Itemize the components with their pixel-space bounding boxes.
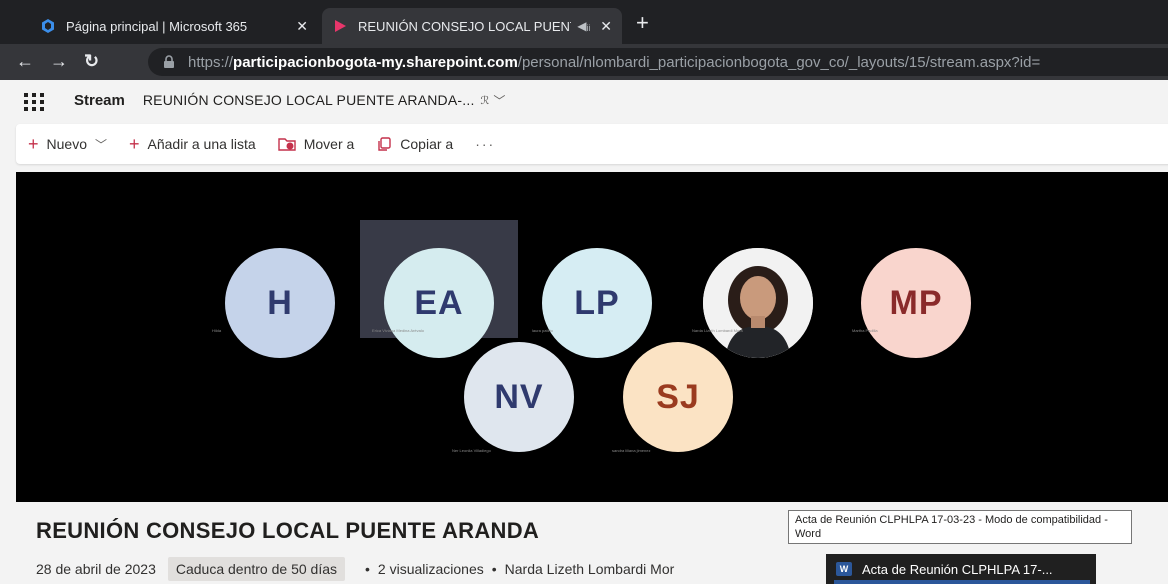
participant-avatar-h: H (225, 248, 335, 358)
tab-label: Página principal | Microsoft 365 (66, 18, 248, 34)
audio-playing-icon[interactable]: ◀ᵢᵢ (577, 19, 590, 33)
tab-label: REUNIÓN CONSEJO LOCAL PUENTE ARANDA (358, 18, 571, 34)
add-to-list-label: Añadir a una lista (147, 136, 256, 152)
shared-icon: ℛ (480, 94, 490, 107)
app-name[interactable]: Stream (74, 92, 125, 109)
participant-avatar-nv: NV (464, 342, 574, 452)
close-icon[interactable]: ✕ (296, 18, 308, 35)
move-folder-icon (278, 138, 296, 151)
expiry-badge[interactable]: Caduca dentro de 50 días (167, 557, 345, 581)
tab-stream-video[interactable]: REUNIÓN CONSEJO LOCAL PUENTE ARANDA ◀ᵢᵢ … (322, 8, 622, 44)
forward-icon[interactable]: → (50, 51, 68, 72)
participant-name: Erica Viviana Medina Arévalo (372, 328, 424, 333)
chevron-down-icon: ﹀ (94, 137, 107, 152)
copy-to-label: Copiar a (400, 136, 454, 152)
participant-name: Narda Lizeth Lombardi Mora (692, 328, 743, 333)
taskbar-preview-label: Acta de Reunión CLPHLPA 17-... (862, 561, 1053, 577)
url-path: /personal/nlombardi_participacionbogota_… (517, 53, 1041, 71)
url-field[interactable]: https://participacionbogota-my.sharepoin… (148, 48, 1168, 76)
move-to-button[interactable]: Mover a (278, 136, 355, 152)
close-icon[interactable]: ✕ (600, 18, 612, 35)
more-options-button[interactable]: ··· (475, 136, 495, 152)
participant-name: Martha Padilla (852, 328, 878, 333)
document-title[interactable]: REUNIÓN CONSEJO LOCAL PUENTE ARANDA-... (143, 92, 475, 108)
participant-avatar-lp: LP (542, 248, 652, 358)
new-button[interactable]: + Nuevo ﹀ (28, 135, 107, 153)
lock-icon (164, 55, 174, 68)
address-bar: ← → ↻ https://participacionbogota-my.sha… (0, 44, 1168, 80)
app-launcher-icon[interactable] (24, 93, 44, 111)
avatar-initials: LP (574, 283, 620, 322)
move-to-label: Mover a (303, 136, 355, 152)
plus-icon: + (129, 134, 140, 154)
new-tab-button[interactable]: + (636, 10, 649, 36)
participant-name: laura patiño (532, 328, 553, 333)
back-icon[interactable]: ← (16, 51, 34, 72)
more-icon: ··· (475, 136, 496, 152)
tab-microsoft-365[interactable]: Página principal | Microsoft 365 ✕ (30, 8, 318, 44)
video-meta-row: 28 de abril de 2023 Caduca dentro de 50 … (36, 556, 674, 582)
separator-dot: • (491, 561, 497, 577)
avatar-initials: EA (414, 283, 464, 322)
avatar-initials: NV (494, 377, 544, 416)
taskbar-preview-word[interactable]: W Acta de Reunión CLPHLPA 17-... (826, 554, 1096, 584)
word-icon: W (836, 562, 852, 576)
add-to-list-button[interactable]: + Añadir a una lista (129, 135, 256, 153)
person-photo-icon (703, 248, 813, 358)
avatar-initials: H (267, 283, 293, 322)
separator-dot: • (365, 561, 370, 577)
participant-avatar-sj: SJ (623, 342, 733, 452)
app-header: Stream REUNIÓN CONSEJO LOCAL PUENTE ARAN… (0, 80, 1168, 120)
plus-icon: + (28, 134, 39, 154)
chevron-down-icon[interactable]: ﹀ (493, 92, 505, 109)
new-label: Nuevo (46, 136, 87, 152)
reload-icon[interactable]: ↻ (84, 51, 99, 72)
url-scheme: https:// (188, 53, 234, 71)
participant-name: sandra liliana jimenez (612, 448, 651, 453)
copy-to-button[interactable]: Copiar a (376, 136, 453, 152)
participant-avatar-mp: MP (861, 248, 971, 358)
participant-name: Ner Leonila Villadiego (452, 448, 491, 453)
stream-icon (335, 20, 346, 32)
owner-name[interactable]: Narda Lizeth Lombardi Mor (505, 561, 675, 577)
participant-avatar-ea: EA (384, 248, 494, 358)
preview-bar (834, 580, 1090, 584)
view-count: 2 visualizaciones (377, 561, 484, 577)
command-bar: + Nuevo ﹀ + Añadir a una lista Mover a C… (16, 124, 1168, 164)
taskbar-tooltip: Acta de Reunión CLPHLPA 17-03-23 - Modo … (788, 510, 1132, 544)
participant-name: Hilda (212, 328, 222, 333)
video-title: REUNIÓN CONSEJO LOCAL PUENTE ARANDA (36, 518, 540, 543)
avatar-initials: MP (889, 283, 943, 322)
participant-photo (703, 248, 813, 358)
upload-date: 28 de abril de 2023 (36, 561, 156, 577)
microsoft-365-icon (42, 19, 54, 33)
url-host: participacionbogota-my.sharepoint.com (233, 53, 518, 71)
browser-tab-strip: Página principal | Microsoft 365 ✕ REUNI… (0, 0, 1168, 44)
copy-icon (378, 137, 391, 151)
video-player[interactable]: H Hilda EA Erica Viviana Medina Arévalo … (16, 172, 1168, 502)
avatar-initials: SJ (656, 377, 700, 416)
